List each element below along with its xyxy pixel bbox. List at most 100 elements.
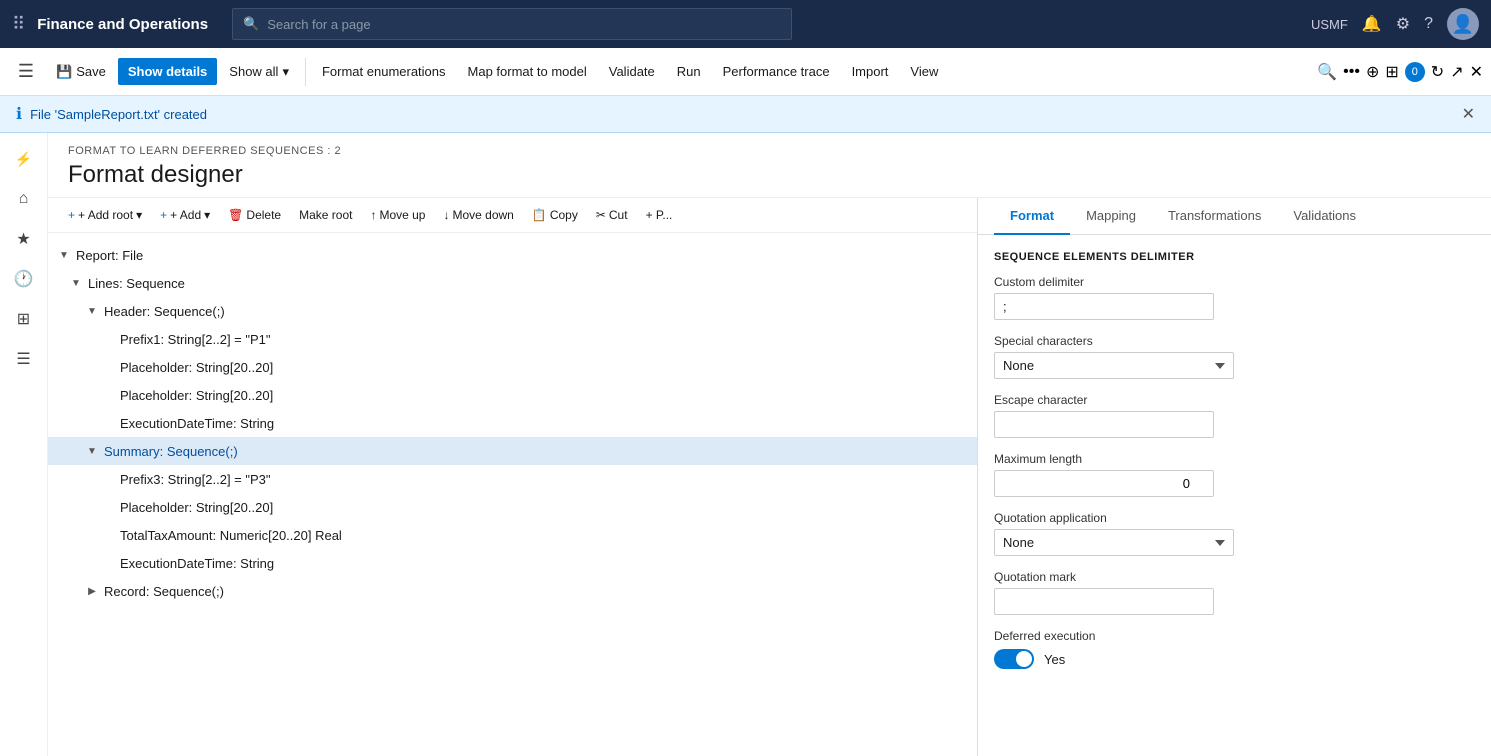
- run-button[interactable]: Run: [667, 58, 711, 85]
- sidebar-workspaces-icon[interactable]: ⊞: [6, 301, 42, 337]
- custom-delimiter-label: Custom delimiter: [994, 275, 1475, 289]
- right-panel-tabs: Format Mapping Transformations Validatio…: [978, 198, 1491, 235]
- delete-icon: 🗑: [228, 208, 243, 222]
- performance-trace-button[interactable]: Performance trace: [713, 58, 840, 85]
- close-icon[interactable]: ✕: [1470, 62, 1483, 82]
- tab-format[interactable]: Format: [994, 198, 1070, 235]
- external-link-icon[interactable]: ↗: [1450, 62, 1463, 82]
- deferred-execution-value: Yes: [1044, 652, 1065, 667]
- search-toolbar-icon[interactable]: 🔍: [1317, 62, 1337, 82]
- move-up-button[interactable]: ↑ Move up: [362, 204, 433, 226]
- deferred-execution-toggle[interactable]: [994, 649, 1034, 669]
- deferred-execution-toggle-row: Yes: [994, 649, 1475, 669]
- escape-character-input[interactable]: [994, 411, 1214, 438]
- tree-item[interactable]: Placeholder: String[20..20]: [48, 381, 977, 409]
- help-icon[interactable]: ?: [1424, 15, 1433, 33]
- sidebar-favorites-icon[interactable]: ★: [6, 221, 42, 257]
- validate-button[interactable]: Validate: [599, 58, 665, 85]
- tree-item[interactable]: ExecutionDateTime: String: [48, 409, 977, 437]
- tab-validations[interactable]: Validations: [1277, 198, 1372, 235]
- tree-content[interactable]: ▼ Report: File ▼ Lines: Sequence ▼ Heade…: [48, 233, 977, 756]
- tree-item[interactable]: ▼ Report: File: [48, 241, 977, 269]
- tree-item[interactable]: Placeholder: String[20..20]: [48, 493, 977, 521]
- view-button[interactable]: View: [900, 58, 948, 85]
- move-down-button[interactable]: ↓ Move down: [435, 204, 521, 226]
- more-options-icon[interactable]: •••: [1343, 63, 1360, 81]
- tree-item[interactable]: Placeholder: String[20..20]: [48, 353, 977, 381]
- toggle-icon[interactable]: ▼: [84, 306, 100, 317]
- page-title: Format designer: [68, 161, 1471, 189]
- main-toolbar: ☰ 💾 Save Show details Show all ▾ Format …: [0, 48, 1491, 96]
- tab-transformations[interactable]: Transformations: [1152, 198, 1277, 235]
- copy-button[interactable]: 📋 Copy: [524, 204, 586, 226]
- tree-item[interactable]: ▼ Lines: Sequence: [48, 269, 977, 297]
- grid-icon[interactable]: ⠿: [12, 14, 25, 35]
- quotation-mark-input[interactable]: [994, 588, 1214, 615]
- special-characters-select[interactable]: None: [994, 352, 1234, 379]
- office-icon[interactable]: ⊞: [1385, 62, 1398, 82]
- search-input[interactable]: [267, 17, 781, 32]
- save-icon: 💾: [56, 64, 72, 80]
- item-label: ExecutionDateTime: String: [116, 556, 278, 571]
- item-label: ExecutionDateTime: String: [116, 416, 278, 431]
- tree-item[interactable]: TotalTaxAmount: Numeric[20..20] Real: [48, 521, 977, 549]
- show-details-button[interactable]: Show details: [118, 58, 217, 85]
- import-button[interactable]: Import: [842, 58, 899, 85]
- power-bi-icon[interactable]: ⊕: [1366, 62, 1379, 82]
- sidebar-filter-icon[interactable]: ⚡: [6, 141, 42, 177]
- more-tree-button[interactable]: + P...: [638, 204, 681, 226]
- toolbar-separator-1: [305, 58, 306, 86]
- notification-icon[interactable]: 🔔: [1362, 14, 1382, 34]
- top-nav-bar: ⠿ Finance and Operations 🔍 USMF 🔔 ⚙ ? 👤: [0, 0, 1491, 48]
- item-label: Record: Sequence(;): [100, 584, 228, 599]
- item-label: TotalTaxAmount: Numeric[20..20] Real: [116, 528, 346, 543]
- sidebar-home-icon[interactable]: ⌂: [6, 181, 42, 217]
- notification-count-badge[interactable]: 0: [1405, 62, 1425, 82]
- sidebar-list-icon[interactable]: ☰: [6, 341, 42, 377]
- toggle-icon[interactable]: ▼: [68, 278, 84, 289]
- maximum-length-label: Maximum length: [994, 452, 1475, 466]
- tree-item[interactable]: Prefix1: String[2..2] = "P1": [48, 325, 977, 353]
- item-label: Summary: Sequence(;): [100, 444, 242, 459]
- info-message: File 'SampleReport.txt' created: [30, 107, 207, 122]
- deferred-execution-label: Deferred execution: [994, 629, 1475, 643]
- delete-button[interactable]: 🗑 Delete: [220, 204, 289, 226]
- move-down-icon: ↓: [443, 208, 449, 222]
- quotation-application-select[interactable]: None: [994, 529, 1234, 556]
- hamburger-menu-icon[interactable]: ☰: [8, 54, 44, 90]
- sidebar-recent-icon[interactable]: 🕐: [6, 261, 42, 297]
- add-button[interactable]: + + Add ▾: [152, 204, 218, 226]
- add-root-button[interactable]: + + Add root ▾: [60, 204, 150, 226]
- add-root-chevron: ▾: [136, 208, 142, 222]
- tab-mapping[interactable]: Mapping: [1070, 198, 1152, 235]
- tree-item[interactable]: ExecutionDateTime: String: [48, 549, 977, 577]
- avatar[interactable]: 👤: [1447, 8, 1479, 40]
- maximum-length-input[interactable]: [994, 470, 1214, 497]
- save-button[interactable]: 💾 Save: [46, 58, 116, 86]
- tree-item-selected[interactable]: ▼ Summary: Sequence(;): [48, 437, 977, 465]
- format-enumerations-button[interactable]: Format enumerations: [312, 58, 456, 85]
- move-up-icon: ↑: [370, 208, 376, 222]
- refresh-icon[interactable]: ↻: [1431, 62, 1444, 82]
- tree-item[interactable]: ▶ Record: Sequence(;): [48, 577, 977, 605]
- cut-icon: ✂: [596, 208, 606, 222]
- show-all-button[interactable]: Show all ▾: [219, 58, 299, 86]
- tree-item[interactable]: ▼ Header: Sequence(;): [48, 297, 977, 325]
- make-root-button[interactable]: Make root: [291, 204, 360, 226]
- tree-item[interactable]: Prefix3: String[2..2] = "P3": [48, 465, 977, 493]
- search-bar[interactable]: 🔍: [232, 8, 792, 40]
- toggle-icon[interactable]: ▼: [84, 446, 100, 457]
- maximum-length-field: Maximum length: [994, 452, 1475, 497]
- main-area: ⚡ ⌂ ★ 🕐 ⊞ ☰ FORMAT TO LEARN DEFERRED SEQ…: [0, 133, 1491, 756]
- toggle-icon[interactable]: ▼: [56, 250, 72, 261]
- custom-delimiter-input[interactable]: [994, 293, 1214, 320]
- map-format-button[interactable]: Map format to model: [458, 58, 597, 85]
- app-title: Finance and Operations: [37, 16, 208, 33]
- settings-icon[interactable]: ⚙: [1396, 14, 1410, 34]
- item-label: Prefix3: String[2..2] = "P3": [116, 472, 275, 487]
- toggle-icon[interactable]: ▶: [84, 586, 100, 597]
- cut-button[interactable]: ✂ Cut: [588, 204, 636, 226]
- item-label: Placeholder: String[20..20]: [116, 360, 277, 375]
- page-header: FORMAT TO LEARN DEFERRED SEQUENCES : 2 F…: [48, 133, 1491, 198]
- banner-close-button[interactable]: ✕: [1462, 104, 1475, 124]
